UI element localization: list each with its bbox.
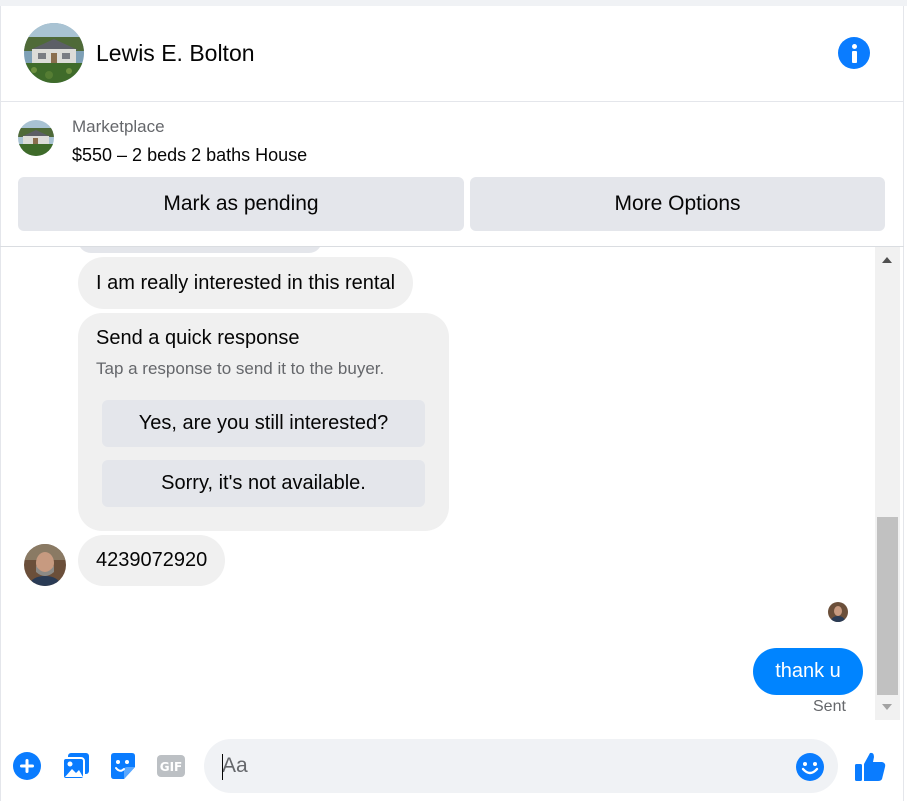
house-photo-icon xyxy=(18,120,54,156)
message-list[interactable]: I am really interested in this rental Se… xyxy=(0,247,875,720)
plus-circle-icon[interactable] xyxy=(11,750,43,782)
sender-avatar[interactable] xyxy=(24,544,66,586)
mark-as-pending-button[interactable]: Mark as pending xyxy=(18,177,464,231)
emoji-icon[interactable] xyxy=(794,751,826,783)
photo-icon[interactable] xyxy=(60,750,92,782)
more-options-button[interactable]: More Options xyxy=(470,177,885,231)
scroll-up-icon[interactable] xyxy=(882,257,892,263)
thumbs-up-icon[interactable] xyxy=(852,749,888,785)
chat-header: Lewis E. Bolton xyxy=(0,6,904,102)
person-photo-icon xyxy=(828,602,848,622)
previous-message-bubble xyxy=(78,247,322,253)
quick-response-option[interactable]: Sorry, it's not available. xyxy=(102,460,425,507)
message-input-container[interactable] xyxy=(204,739,838,793)
contact-name[interactable]: Lewis E. Bolton xyxy=(96,40,255,67)
info-icon[interactable] xyxy=(838,37,870,69)
listing-title[interactable]: $550 – 2 beds 2 baths House xyxy=(72,145,307,166)
quick-response-card: Send a quick response Tap a response to … xyxy=(78,313,449,531)
quick-response-title: Send a quick response xyxy=(96,327,300,349)
scroll-down-icon[interactable] xyxy=(882,704,892,710)
contact-avatar[interactable] xyxy=(24,23,84,83)
seen-by-avatar xyxy=(828,602,848,622)
person-photo-icon xyxy=(24,544,66,586)
gif-icon[interactable]: GIF xyxy=(155,750,187,782)
sticker-icon[interactable] xyxy=(107,750,139,782)
scroll-thumb[interactable] xyxy=(877,517,898,695)
message-scrollbar[interactable] xyxy=(875,247,900,720)
message-input[interactable] xyxy=(222,739,782,793)
quick-response-option[interactable]: Yes, are you still interested? xyxy=(102,400,425,447)
listing-thumbnail[interactable] xyxy=(18,120,54,156)
incoming-message[interactable]: I am really interested in this rental xyxy=(78,257,414,309)
quick-response-subtitle: Tap a response to send it to the buyer. xyxy=(96,359,385,378)
message-status: Sent xyxy=(813,698,846,715)
text-cursor xyxy=(222,754,223,780)
house-photo-icon xyxy=(24,23,84,83)
listing-source: Marketplace xyxy=(72,117,165,136)
incoming-message[interactable]: 4239072920 xyxy=(78,535,226,586)
svg-text:GIF: GIF xyxy=(160,760,183,774)
outgoing-message[interactable]: thank u xyxy=(753,648,863,695)
